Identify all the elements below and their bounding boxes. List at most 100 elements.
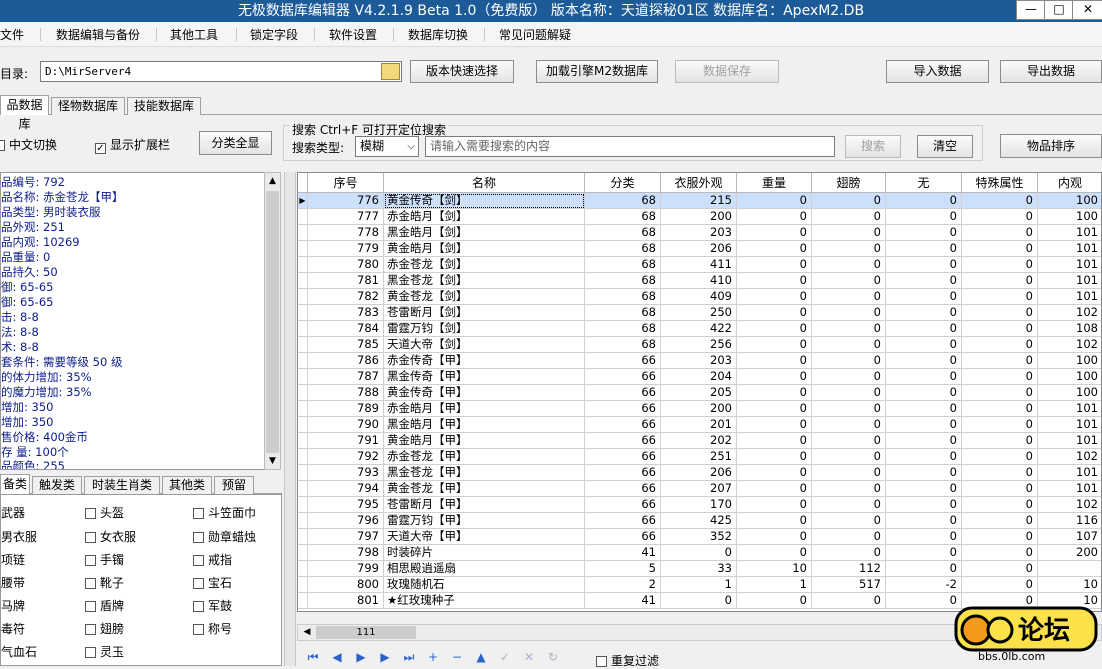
- table-cell[interactable]: 68: [585, 193, 661, 209]
- table-cell[interactable]: -2: [886, 577, 962, 593]
- table-cell[interactable]: 170: [661, 497, 737, 513]
- table-cell[interactable]: 0: [886, 513, 962, 529]
- table-row[interactable]: 794 黄金苍龙【甲】 66 207 0 0 0 0 101: [298, 481, 1101, 497]
- grid-header-cell[interactable]: 翅膀: [812, 173, 886, 193]
- scroll-left-icon[interactable]: ◀: [299, 626, 315, 639]
- table-cell[interactable]: 780: [308, 257, 384, 273]
- table-cell[interactable]: 0: [962, 369, 1038, 385]
- filter-checkbox[interactable]: 重复过滤: [596, 652, 659, 669]
- table-cell[interactable]: 0: [737, 417, 812, 433]
- folder-icon[interactable]: [381, 63, 400, 80]
- table-cell[interactable]: 800: [308, 577, 384, 593]
- table-cell[interactable]: 0: [962, 497, 1038, 513]
- add-icon[interactable]: +: [426, 650, 440, 664]
- row-indicator[interactable]: [298, 257, 308, 273]
- table-cell[interactable]: 202: [661, 433, 737, 449]
- table-cell[interactable]: 0: [812, 481, 886, 497]
- table-cell[interactable]: 黄金苍龙【剑】: [384, 289, 585, 305]
- row-indicator[interactable]: [298, 337, 308, 353]
- class-tab-reserved[interactable]: 预留: [214, 476, 254, 494]
- row-indicator[interactable]: [298, 401, 308, 417]
- table-cell[interactable]: 66: [585, 465, 661, 481]
- table-cell[interactable]: 0: [886, 497, 962, 513]
- table-cell[interactable]: 0: [737, 225, 812, 241]
- table-cell[interactable]: 赤金苍龙【剑】: [384, 257, 585, 273]
- table-cell[interactable]: 100: [1038, 369, 1101, 385]
- row-indicator[interactable]: [298, 545, 308, 561]
- table-cell[interactable]: 0: [812, 401, 886, 417]
- class-item[interactable]: 毒符: [1, 620, 25, 637]
- table-cell[interactable]: 66: [585, 481, 661, 497]
- table-cell[interactable]: 0: [737, 289, 812, 305]
- table-cell[interactable]: 66: [585, 417, 661, 433]
- table-cell[interactable]: 0: [962, 385, 1038, 401]
- row-indicator[interactable]: [298, 561, 308, 577]
- tab-monsters[interactable]: 怪物数据库: [51, 97, 125, 115]
- table-row[interactable]: 789 赤金皓月【甲】 66 200 0 0 0 0 101: [298, 401, 1101, 417]
- table-cell[interactable]: 794: [308, 481, 384, 497]
- table-cell[interactable]: 207: [661, 481, 737, 497]
- table-row[interactable]: 777 赤金皓月【剑】 68 200 0 0 0 0 100: [298, 209, 1101, 225]
- load-m2-button[interactable]: 加载引擎M2数据库: [536, 60, 658, 83]
- row-indicator[interactable]: [298, 449, 308, 465]
- table-row[interactable]: 799 相思殿逍遥扇 5 33 10 112 0 0: [298, 561, 1101, 577]
- table-cell[interactable]: 422: [661, 321, 737, 337]
- table-cell[interactable]: 雷霆万钧【甲】: [384, 513, 585, 529]
- table-cell[interactable]: 0: [812, 465, 886, 481]
- menu-settings[interactable]: 软件设置: [329, 26, 377, 43]
- class-tab-other[interactable]: 其他类: [162, 476, 212, 494]
- class-item[interactable]: 马牌: [1, 597, 25, 614]
- class-item[interactable]: 军鼓: [193, 597, 232, 614]
- table-cell[interactable]: 251: [661, 449, 737, 465]
- table-cell[interactable]: 68: [585, 289, 661, 305]
- row-indicator[interactable]: [298, 497, 308, 513]
- table-row[interactable]: 796 雷霆万钧【甲】 66 425 0 0 0 0 116: [298, 513, 1101, 529]
- table-cell[interactable]: 796: [308, 513, 384, 529]
- table-cell[interactable]: 赤金皓月【甲】: [384, 401, 585, 417]
- table-cell[interactable]: 0: [737, 257, 812, 273]
- table-cell[interactable]: 205: [661, 385, 737, 401]
- tab-skills[interactable]: 技能数据库: [127, 97, 201, 115]
- table-cell[interactable]: 0: [886, 417, 962, 433]
- table-cell[interactable]: 101: [1038, 241, 1101, 257]
- table-cell[interactable]: 101: [1038, 401, 1101, 417]
- table-cell[interactable]: 黄金皓月【甲】: [384, 433, 585, 449]
- grid-header-cell[interactable]: 名称: [384, 173, 585, 193]
- prev-icon[interactable]: ▶: [354, 650, 368, 664]
- table-cell[interactable]: 101: [1038, 273, 1101, 289]
- table-cell[interactable]: 0: [962, 241, 1038, 257]
- table-cell[interactable]: 66: [585, 353, 661, 369]
- table-cell[interactable]: 0: [812, 385, 886, 401]
- table-cell[interactable]: 0: [962, 257, 1038, 273]
- table-row[interactable]: 787 黑金传奇【甲】 66 204 0 0 0 0 100: [298, 369, 1101, 385]
- table-row[interactable]: 786 赤金传奇【甲】 66 203 0 0 0 0 100: [298, 353, 1101, 369]
- table-cell[interactable]: 425: [661, 513, 737, 529]
- menu-db-switch[interactable]: 数据库切换: [408, 26, 468, 43]
- class-item[interactable]: 盾牌: [85, 597, 124, 614]
- class-tab-equip[interactable]: 备类: [0, 474, 30, 494]
- scroll-thumb[interactable]: [266, 191, 279, 453]
- table-cell[interactable]: 0: [962, 321, 1038, 337]
- table-cell[interactable]: 0: [962, 305, 1038, 321]
- scroll-up-icon[interactable]: ▲: [265, 173, 280, 189]
- table-cell[interactable]: 206: [661, 241, 737, 257]
- grid-header-cell[interactable]: 重量: [737, 173, 812, 193]
- table-cell[interactable]: 100: [1038, 385, 1101, 401]
- table-cell[interactable]: 203: [661, 225, 737, 241]
- table-cell[interactable]: 0: [962, 353, 1038, 369]
- row-indicator[interactable]: [298, 465, 308, 481]
- table-cell[interactable]: 天道大帝【剑】: [384, 337, 585, 353]
- table-cell[interactable]: 0: [962, 513, 1038, 529]
- table-cell[interactable]: 0: [886, 369, 962, 385]
- splitter[interactable]: [284, 172, 296, 666]
- table-cell[interactable]: 410: [661, 273, 737, 289]
- row-indicator[interactable]: [298, 305, 308, 321]
- table-cell[interactable]: 0: [737, 593, 812, 609]
- table-cell[interactable]: 10: [737, 561, 812, 577]
- table-cell[interactable]: 0: [962, 225, 1038, 241]
- table-cell[interactable]: 41: [585, 593, 661, 609]
- table-cell[interactable]: 66: [585, 449, 661, 465]
- table-row[interactable]: 792 赤金苍龙【甲】 66 251 0 0 0 0 102: [298, 449, 1101, 465]
- table-cell[interactable]: 0: [962, 401, 1038, 417]
- row-indicator[interactable]: [298, 273, 308, 289]
